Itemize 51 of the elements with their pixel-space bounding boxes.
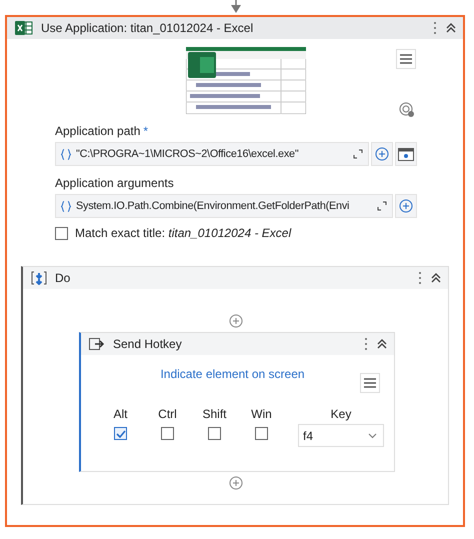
more-icon[interactable]: [418, 271, 422, 285]
add-icon[interactable]: [228, 476, 242, 490]
more-icon[interactable]: [433, 21, 437, 35]
menu-icon: [400, 54, 412, 64]
modifier-label: Alt: [113, 407, 128, 421]
add-button[interactable]: [395, 194, 417, 218]
checkbox[interactable]: [208, 427, 221, 440]
hotkey-icon: [89, 338, 105, 350]
modifier-label: Shift: [202, 407, 226, 421]
more-icon[interactable]: [364, 337, 368, 351]
checkbox[interactable]: [161, 427, 174, 440]
field-label: Application path: [55, 124, 140, 138]
expand-icon[interactable]: [377, 201, 387, 211]
braces-icon: [61, 200, 71, 212]
checkbox-label: Match exact title: titan_01012024 - Excel: [75, 226, 292, 240]
send-hotkey-title: Send Hotkey: [113, 337, 183, 351]
sequence-icon: [31, 271, 47, 285]
menu-button[interactable]: [360, 373, 380, 393]
target-icon[interactable]: [399, 102, 415, 118]
required-mark: *: [143, 124, 148, 138]
add-icon[interactable]: [228, 314, 242, 328]
browse-button[interactable]: [395, 142, 417, 166]
expand-icon[interactable]: [353, 149, 363, 159]
add-icon: [399, 199, 413, 213]
modifier-label: Win: [251, 407, 272, 421]
collapse-icon[interactable]: [445, 22, 457, 34]
key-label: Key: [330, 407, 352, 421]
expression-field[interactable]: System.IO.Path.Combine(Environment.GetFolderPath(Envi: [55, 194, 393, 218]
checkbox[interactable]: [55, 226, 68, 240]
field-label: Application arguments: [55, 176, 174, 190]
checkbox[interactable]: [114, 427, 127, 440]
key-dropdown[interactable]: f4: [298, 424, 384, 447]
do-title: Do: [55, 271, 72, 285]
add-icon: [375, 147, 389, 161]
collapse-icon[interactable]: [430, 272, 442, 284]
chevron-icon: [368, 432, 377, 438]
menu-button[interactable]: [396, 49, 416, 69]
spreadsheet-icon: [15, 21, 33, 35]
field-value: "C:\PROGRA~1\MICROS~2\Office16\excel.exe": [76, 148, 300, 160]
menu-icon: [364, 378, 376, 388]
connector-arrow: [230, 0, 242, 13]
activity-title: Use Application: titan_01012024 - Excel: [41, 21, 254, 35]
window-icon: [398, 148, 414, 160]
collapse-icon[interactable]: [376, 338, 388, 350]
expression-field[interactable]: "C:\PROGRA~1\MICROS~2\Office16\excel.exe": [55, 142, 369, 166]
indicate-element-link[interactable]: Indicate element on screen: [71, 367, 394, 381]
braces-icon: [61, 148, 71, 160]
field-value: System.IO.Path.Combine(Environment.GetFolderPath(Envi: [76, 200, 350, 212]
checkbox[interactable]: [255, 427, 268, 440]
add-button[interactable]: [371, 142, 393, 166]
modifier-label: Ctrl: [158, 407, 177, 421]
